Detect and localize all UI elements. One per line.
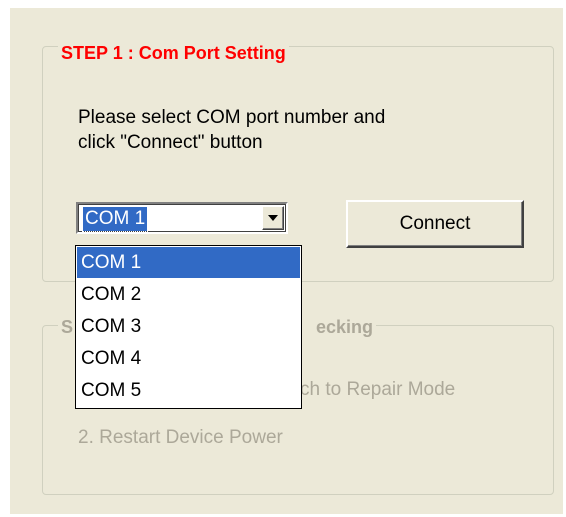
step2-title-visible-start: S [61,317,74,337]
dropdown-option-com-1[interactable]: COM 1 [77,247,300,278]
connect-button[interactable]: Connect [346,200,524,248]
step2-item-1-visible-tail: ch to Repair Mode [300,379,456,400]
combo-dropdown-button[interactable] [262,206,284,230]
com-port-dropdown-list[interactable]: COM 1 COM 2 COM 3 COM 4 COM 5 [75,245,302,409]
combo-selected-value: COM 1 [81,206,149,232]
dropdown-option-com-3[interactable]: COM 3 [77,311,300,342]
instruction-line-2: click "Connect" button [78,132,263,153]
dialog-window: STEP 1 : Com Port Setting Please select … [0,0,566,517]
step2-title-visible-end: ecking [316,317,374,337]
dropdown-option-com-2[interactable]: COM 2 [77,279,300,310]
chevron-down-icon [268,215,278,221]
dropdown-option-com-4[interactable]: COM 4 [77,343,300,374]
step2-item-2: 2. Restart Device Power [78,427,283,448]
instruction-line-1: Please select COM port number and [78,107,386,128]
com-port-combobox[interactable]: COM 1 [76,202,288,234]
step1-title: STEP 1 : Com Port Setting [58,42,289,64]
dropdown-option-com-5[interactable]: COM 5 [77,375,300,406]
